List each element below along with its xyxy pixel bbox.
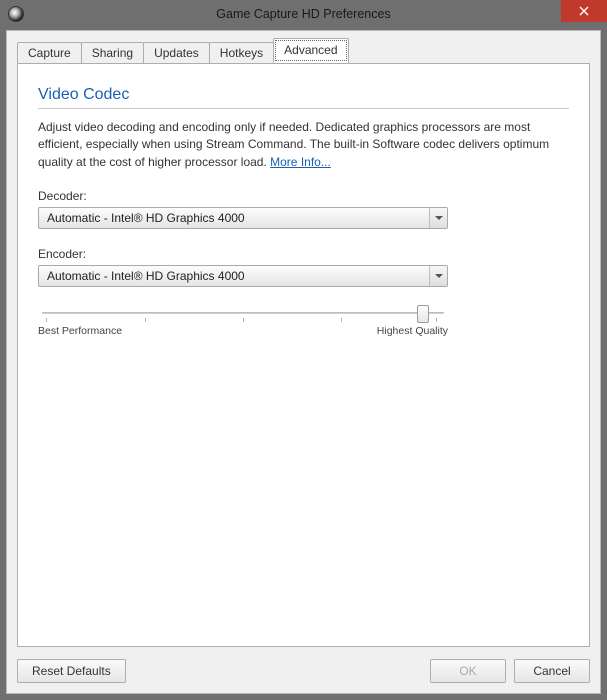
tab-sharing[interactable]: Sharing	[81, 42, 144, 64]
content-area: Capture Sharing Updates Hotkeys Advanced…	[6, 30, 601, 694]
button-label: Reset Defaults	[32, 664, 111, 678]
tab-panel-advanced: Video Codec Adjust video decoding and en…	[17, 63, 590, 647]
tab-capture[interactable]: Capture	[17, 42, 82, 64]
encoder-value: Automatic - Intel® HD Graphics 4000	[39, 269, 429, 283]
tab-bar: Capture Sharing Updates Hotkeys Advanced	[17, 41, 590, 63]
decoder-value: Automatic - Intel® HD Graphics 4000	[39, 211, 429, 225]
slider-tick	[46, 318, 47, 322]
slider-tick	[341, 318, 342, 322]
tab-label: Capture	[28, 46, 71, 60]
slider-thumb[interactable]	[417, 305, 429, 323]
encoder-label: Encoder:	[38, 247, 569, 261]
slider-line	[42, 312, 444, 314]
tab-hotkeys[interactable]: Hotkeys	[209, 42, 274, 64]
tab-updates[interactable]: Updates	[143, 42, 210, 64]
decoder-label: Decoder:	[38, 189, 569, 203]
reset-defaults-button[interactable]: Reset Defaults	[17, 659, 126, 683]
titlebar[interactable]: Game Capture HD Preferences	[0, 0, 607, 28]
dialog-footer: Reset Defaults OK Cancel	[17, 659, 590, 683]
decoder-dropdown-button[interactable]	[429, 208, 447, 228]
slider-tick	[145, 318, 146, 322]
slider-min-label: Best Performance	[38, 325, 122, 337]
slider-tick	[243, 318, 244, 322]
button-label: OK	[459, 664, 476, 678]
tab-label: Updates	[154, 46, 199, 60]
tab-label: Hotkeys	[220, 46, 263, 60]
window-title: Game Capture HD Preferences	[0, 7, 607, 21]
slider-max-label: Highest Quality	[377, 325, 448, 337]
tab-label: Sharing	[92, 46, 133, 60]
close-button[interactable]	[561, 0, 607, 22]
section-title: Video Codec	[38, 86, 569, 109]
more-info-link[interactable]: More Info...	[270, 155, 331, 169]
chevron-down-icon	[435, 272, 443, 280]
tabs-container: Capture Sharing Updates Hotkeys Advanced…	[17, 41, 590, 647]
ok-button[interactable]: OK	[430, 659, 506, 683]
encoder-dropdown[interactable]: Automatic - Intel® HD Graphics 4000	[38, 265, 448, 287]
cancel-button[interactable]: Cancel	[514, 659, 590, 683]
tab-label: Advanced	[284, 43, 337, 57]
decoder-dropdown[interactable]: Automatic - Intel® HD Graphics 4000	[38, 207, 448, 229]
chevron-down-icon	[435, 214, 443, 222]
slider-track[interactable]	[38, 301, 448, 319]
preferences-window: Game Capture HD Preferences Capture Shar…	[0, 0, 607, 700]
slider-tick	[436, 318, 437, 322]
button-label: Cancel	[533, 664, 570, 678]
section-description: Adjust video decoding and encoding only …	[38, 119, 569, 171]
slider-labels: Best Performance Highest Quality	[38, 325, 448, 337]
encoder-dropdown-button[interactable]	[429, 266, 447, 286]
close-icon	[579, 6, 589, 16]
encoder-quality-slider: Best Performance Highest Quality	[38, 301, 448, 337]
tab-advanced[interactable]: Advanced	[273, 38, 348, 63]
